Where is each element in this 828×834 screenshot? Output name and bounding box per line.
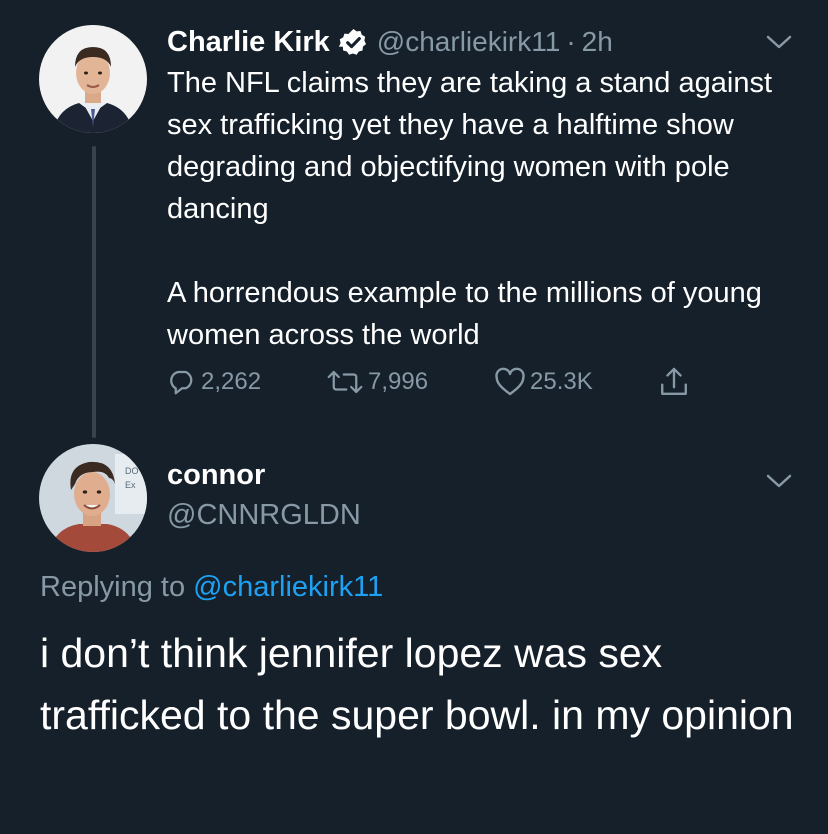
retweet-button[interactable]: 7,996 — [326, 366, 428, 398]
separator: · — [566, 26, 576, 57]
reply-button[interactable]: 2,262 — [167, 366, 261, 398]
timestamp[interactable]: 2h — [582, 26, 613, 58]
thread-line — [92, 146, 96, 438]
heart-icon — [494, 367, 530, 397]
retweet-icon — [326, 367, 368, 397]
svg-text:DO: DO — [125, 466, 139, 476]
like-button[interactable]: 25.3K — [494, 366, 593, 398]
retweet-count: 7,996 — [368, 368, 429, 395]
reply-count: 2,262 — [201, 368, 262, 395]
reply-text: i don’t think jennifer lopez was sex tra… — [40, 630, 794, 738]
user-handle[interactable]: @charliekirk11 — [377, 26, 561, 58]
mention-link[interactable]: @charliekirk11 — [193, 571, 383, 603]
replying-label: Replying to — [40, 571, 186, 603]
display-name[interactable]: connor — [167, 459, 265, 492]
tweet-thread: Charlie Kirk @charliekirk11 · 2h The NFL… — [0, 0, 828, 834]
like-count: 25.3K — [530, 368, 593, 395]
reply-icon — [167, 367, 201, 397]
tweet-text: The NFL claims they are taking a stand a… — [167, 67, 773, 351]
display-name[interactable]: Charlie Kirk — [167, 26, 330, 59]
avatar[interactable]: DO Ex — [39, 444, 147, 552]
share-button[interactable] — [658, 366, 694, 398]
svg-text:Ex: Ex — [125, 480, 136, 490]
tweet-header: Charlie Kirk @charliekirk11 · 2h — [167, 22, 613, 62]
verified-badge-icon — [338, 27, 369, 58]
replying-to: Replying to @charliekirk11 — [40, 571, 383, 604]
chevron-down-icon[interactable] — [766, 34, 792, 50]
share-icon — [658, 365, 694, 399]
avatar[interactable] — [39, 25, 147, 133]
chevron-down-icon[interactable] — [766, 473, 792, 489]
user-handle[interactable]: @CNNRGLDN — [167, 499, 361, 532]
